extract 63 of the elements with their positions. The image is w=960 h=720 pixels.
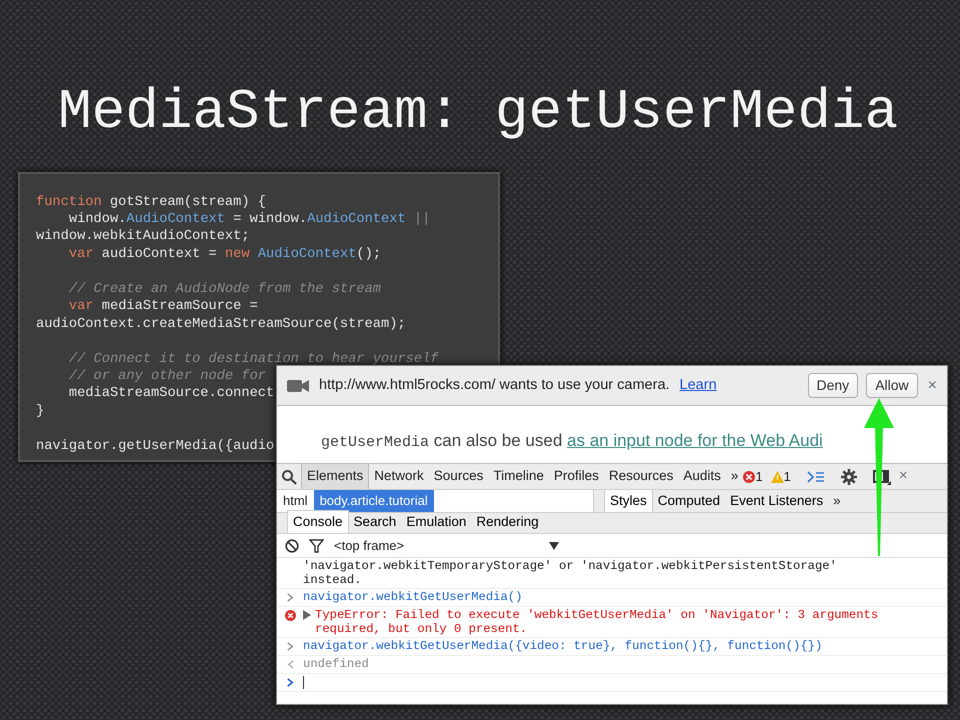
- console-message: TypeError: Failed to execute 'webkitGetUserMedia' on 'Navigator': 3 arguments required, but only 0 present.: [315, 608, 880, 636]
- error-count: 1: [755, 468, 763, 486]
- console-message: navigator.webkitGetUserMedia({video: true}, function(){}, function(){}): [303, 639, 822, 654]
- error-icon: [285, 610, 296, 621]
- search-icon[interactable]: [281, 468, 297, 484]
- warning-icon: [770, 470, 784, 482]
- allow-button[interactable]: Allow: [866, 373, 918, 398]
- drawer-tab[interactable]: Emulation: [401, 510, 472, 533]
- code-line: // Connect it to destination to hear yourself: [68, 350, 439, 368]
- page-link[interactable]: as an input node for the Web Audi: [567, 431, 823, 450]
- breadcrumb[interactable]: body.article.tutorial: [314, 490, 434, 512]
- more-tabs-button[interactable]: »: [726, 464, 744, 489]
- devtools-tab[interactable]: Timeline: [488, 464, 549, 489]
- code-line: var mediaStreamSource =: [68, 298, 258, 316]
- more-tabs-button[interactable]: »: [828, 490, 846, 512]
- code-line: var audioContext = new AudioContext();: [68, 246, 382, 264]
- prompt-icon: [285, 677, 296, 688]
- dropdown-caret-icon[interactable]: [549, 542, 559, 550]
- code-line: mediaStreamSource.connect: [68, 385, 274, 403]
- devtools-tab[interactable]: Elements: [301, 464, 370, 489]
- error-icon: [743, 470, 756, 482]
- close-button[interactable]: ×: [928, 374, 937, 398]
- dock-icon[interactable]: [872, 468, 891, 484]
- console-message: 'navigator.webkitTemporaryStorage' or 'navigator.webkitPersistentStorage' instead.: [303, 559, 838, 587]
- drawer-tab[interactable]: Rendering: [471, 510, 544, 533]
- slide-title: MediaStream: getUserMedia: [57, 79, 900, 144]
- clear-console-icon[interactable]: [285, 538, 299, 552]
- expand-triangle-icon[interactable]: [303, 610, 311, 620]
- code-line: // Create an AudioNode from the stream: [68, 280, 382, 298]
- learn-link[interactable]: Learn: [680, 374, 717, 396]
- console-message: navigator.webkitGetUserMedia(): [303, 590, 522, 605]
- drawer-tab[interactable]: Search: [348, 510, 402, 533]
- warning-count: 1: [784, 468, 791, 486]
- sidebar-tab[interactable]: Styles: [604, 488, 653, 512]
- drawer-tab[interactable]: Console: [287, 510, 349, 533]
- devtools-tab[interactable]: Resources: [604, 464, 678, 489]
- code-line: navigator.getUserMedia({audio: [36, 438, 274, 456]
- input-prompt-icon: [285, 641, 296, 652]
- code-line: audioContext.createMediaStreamSource(stream);: [36, 316, 406, 334]
- permission-message: http://www.html5rocks.com/ wants to use your camera.: [319, 376, 670, 395]
- devtools-tab[interactable]: Network: [369, 464, 429, 489]
- filter-icon[interactable]: [309, 538, 324, 552]
- breadcrumb[interactable]: html: [277, 490, 314, 512]
- page-paragraph: getUserMedia can also be used as an input node for the Web Audi: [320, 430, 824, 453]
- settings-icon[interactable]: [840, 468, 857, 484]
- devtools-tab[interactable]: Profiles: [548, 464, 604, 489]
- code-line: }: [36, 402, 44, 420]
- console-message: undefined: [303, 657, 369, 672]
- result-arrow-icon: [285, 659, 296, 670]
- devtools-tab[interactable]: Audits: [678, 464, 726, 489]
- code-line: function gotStream(stream) {: [36, 194, 266, 212]
- close-button[interactable]: ×: [898, 465, 908, 488]
- code-line: window.webkitAudioContext;: [36, 228, 250, 246]
- input-prompt-icon: [285, 592, 296, 603]
- console-drawer-icon[interactable]: [806, 470, 825, 482]
- text-cursor: [303, 676, 304, 689]
- camera-icon: [287, 378, 309, 392]
- sidebar-tab[interactable]: Computed: [652, 490, 726, 512]
- code-line: // or any other node for: [68, 368, 266, 386]
- code-line: window.AudioContext = window.AudioContext ||: [68, 211, 430, 228]
- devtools-tab[interactable]: Sources: [428, 464, 488, 489]
- deny-button[interactable]: Deny: [808, 373, 858, 398]
- sidebar-tab[interactable]: Event Listeners: [725, 490, 828, 512]
